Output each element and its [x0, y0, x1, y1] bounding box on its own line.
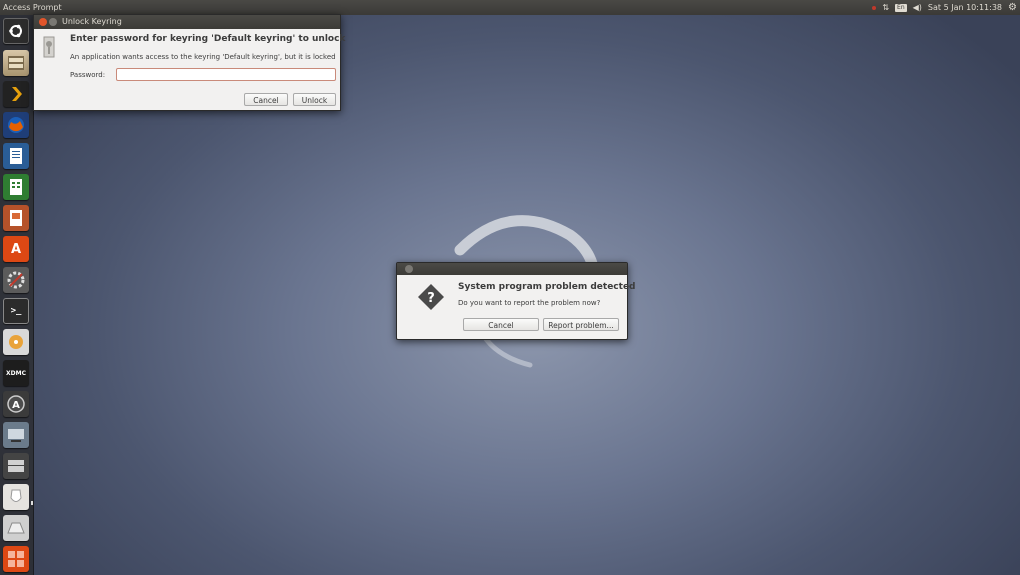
power-gear-icon[interactable]: ⚙ [1008, 0, 1017, 15]
running-app-pip [31, 501, 33, 505]
keyring-heading: Enter password for keyring 'Default keyr… [70, 34, 346, 44]
close-icon[interactable] [39, 18, 47, 26]
question-diamond-icon: ? [417, 283, 445, 311]
removable-drive-icon[interactable] [3, 515, 29, 541]
indicator-tray: ⇅ En ◀) Sat 5 Jan 10:11:38 ⚙ [872, 0, 1017, 15]
software-center-icon[interactable]: A [3, 236, 29, 262]
problem-report-dialog: ? System program problem detected Do you… [396, 262, 636, 340]
xdmc-icon[interactable]: XDMC [3, 360, 29, 386]
clock[interactable]: Sat 5 Jan 10:11:38 [928, 0, 1002, 15]
unlock-button[interactable]: Unlock [293, 93, 336, 106]
writer-icon[interactable] [3, 143, 29, 169]
remote-desktop-icon[interactable] [3, 422, 29, 448]
keyring-lock-icon [38, 33, 60, 61]
network-arrows-icon[interactable]: ⇅ [882, 0, 889, 15]
problem-heading: System program problem detected [458, 282, 636, 292]
launcher: A >_ XDMC A [0, 15, 34, 575]
password-input[interactable] [116, 68, 336, 81]
panel-window-title: Access Prompt [3, 3, 62, 12]
svg-text:A: A [12, 400, 20, 411]
top-panel: Access Prompt ⇅ En ◀) Sat 5 Jan 10:11:38… [0, 0, 1020, 15]
settings-icon[interactable] [3, 267, 29, 293]
report-problem-button[interactable]: Report problem... [543, 318, 619, 331]
ubuntu-logo-icon[interactable] [3, 18, 29, 44]
keyring-titlebar[interactable]: Unlock Keyring [34, 15, 340, 29]
firefox-icon[interactable] [3, 112, 29, 138]
impress-icon[interactable] [3, 205, 29, 231]
close-icon[interactable] [405, 265, 413, 273]
volume-icon[interactable]: ◀) [913, 0, 922, 15]
keyring-app-icon[interactable] [3, 484, 29, 510]
password-label: Password: [70, 71, 106, 79]
keyboard-indicator[interactable]: En [895, 3, 907, 12]
plex-chevron-icon[interactable] [3, 81, 29, 107]
workspaces-icon[interactable] [3, 546, 29, 572]
problem-titlebar[interactable] [397, 263, 627, 275]
terminal-icon[interactable]: >_ [3, 298, 29, 324]
keyring-cancel-button[interactable]: Cancel [244, 93, 288, 106]
alert-indicator-icon[interactable] [872, 5, 877, 10]
drive-icon[interactable] [3, 453, 29, 479]
keyring-window-title: Unlock Keyring [62, 17, 122, 26]
updater-icon[interactable]: A [3, 391, 29, 417]
file-cabinet-icon[interactable] [3, 50, 29, 76]
problem-cancel-button[interactable]: Cancel [463, 318, 539, 331]
minimize-icon[interactable] [49, 18, 57, 26]
calc-icon[interactable] [3, 174, 29, 200]
problem-message: Do you want to report the problem now? [458, 299, 601, 307]
disk-icon[interactable] [3, 329, 29, 355]
unlock-keyring-dialog: Unlock Keyring Enter password for keyrin… [33, 14, 345, 111]
keyring-message: An application wants access to the keyri… [70, 53, 336, 61]
xdmc-label: XDMC [6, 369, 26, 377]
svg-text:?: ? [427, 291, 435, 306]
